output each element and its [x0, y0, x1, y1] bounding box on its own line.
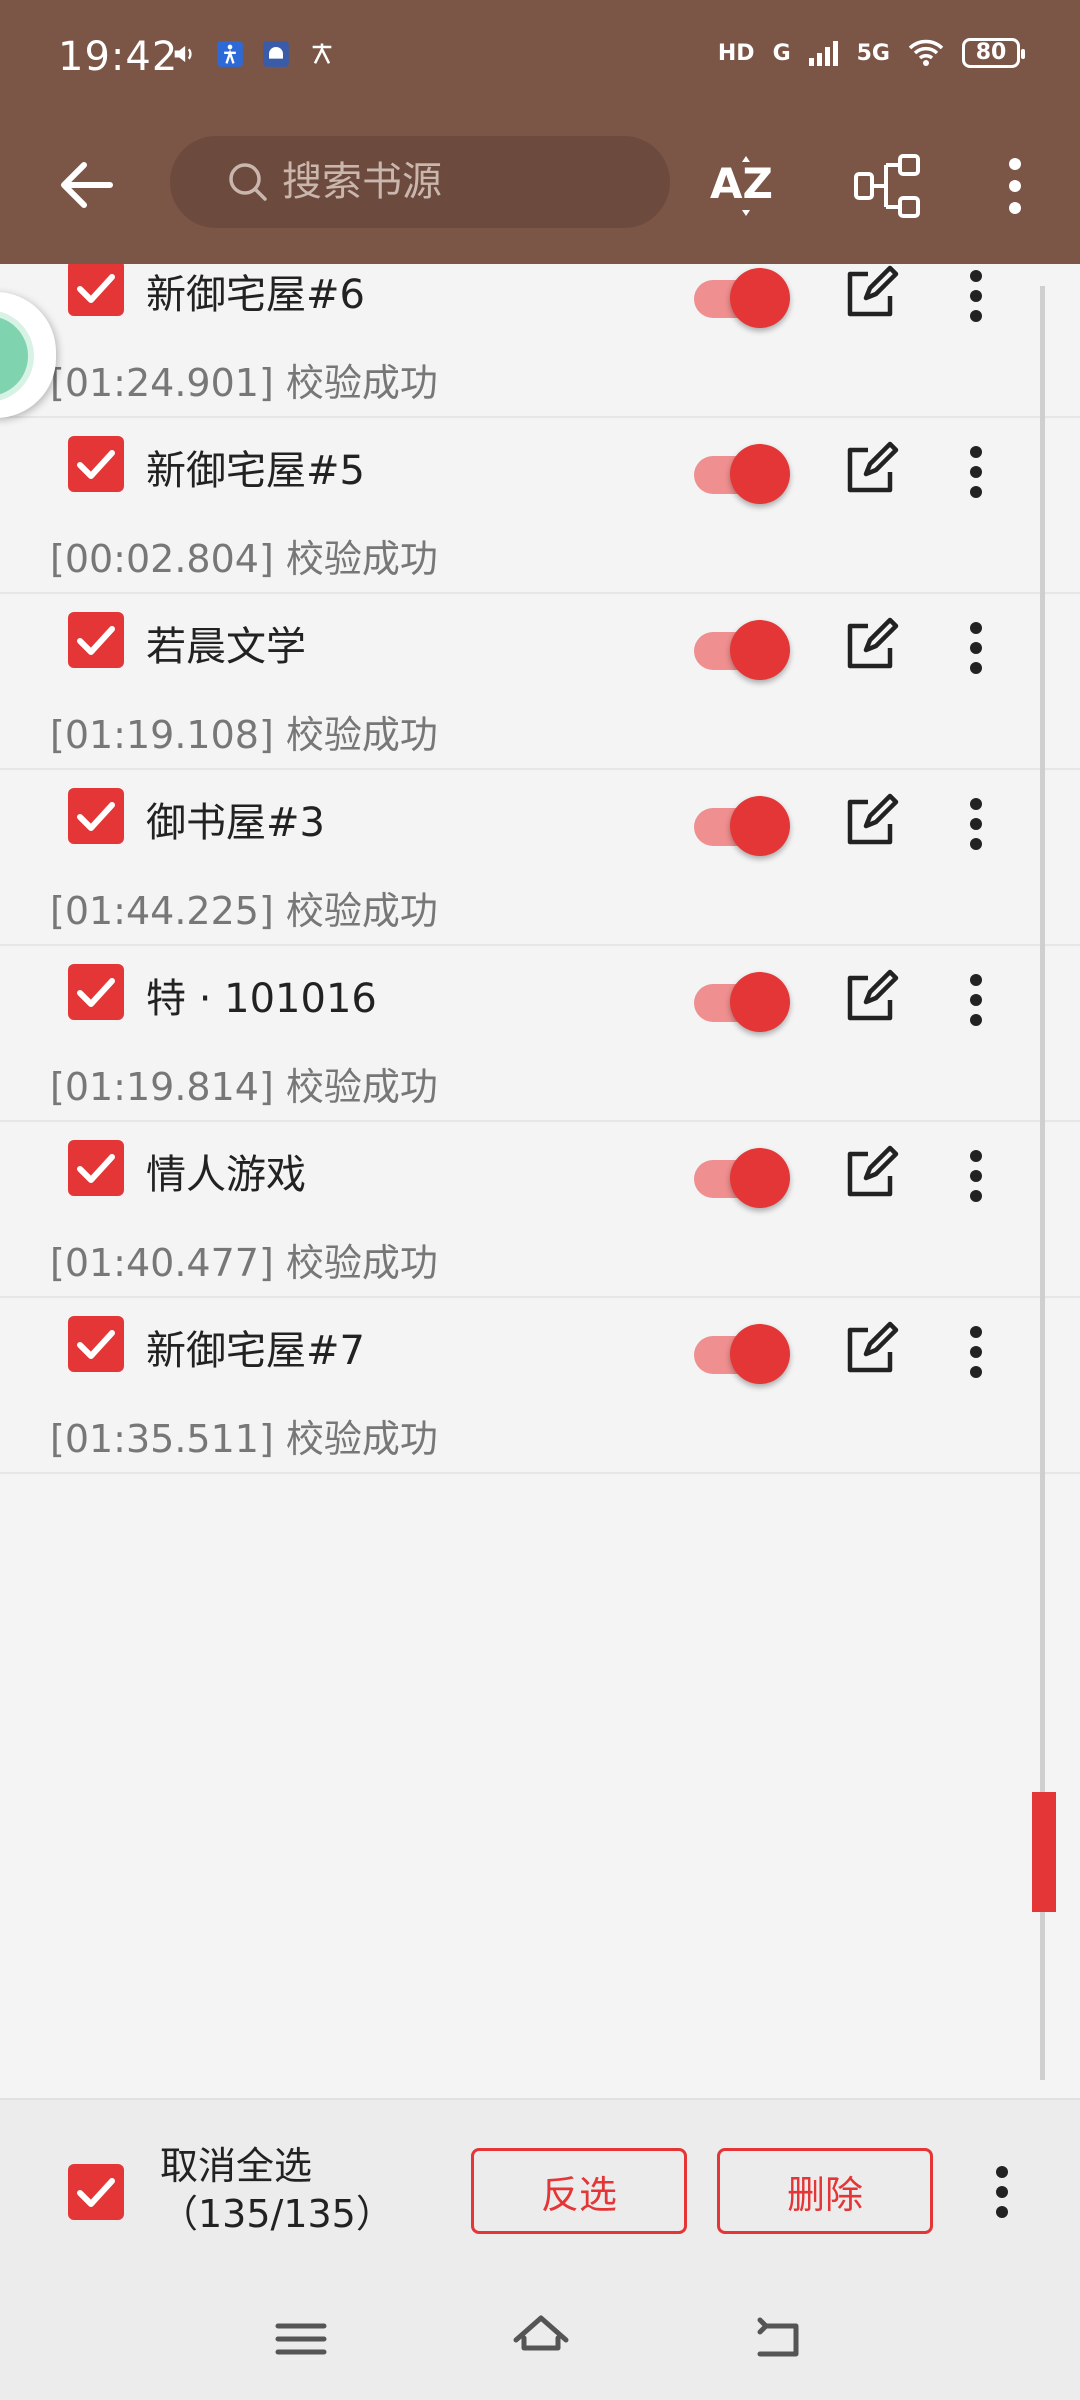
g-signal-indicator: G [772, 40, 791, 66]
svg-text:AZ: AZ [710, 159, 773, 208]
invert-selection-button[interactable]: 反选 [471, 2148, 687, 2234]
status-notification-icons [170, 40, 336, 68]
source-enable-toggle[interactable] [690, 264, 790, 328]
menu-icon[interactable] [266, 2304, 336, 2374]
source-row[interactable]: 新御宅屋#5 [00:02.804] 校验成功 [0, 418, 1080, 594]
edit-icon[interactable] [840, 616, 900, 676]
source-checkbox[interactable] [68, 788, 124, 844]
status-time: 19:42 [58, 34, 179, 80]
source-row[interactable]: 特 · 101016 [01:19.814] 校验成功 [0, 946, 1080, 1122]
more-vertical-icon[interactable] [958, 440, 994, 504]
source-row[interactable]: 新御宅屋#6 [01:24.901] 校验成功 [0, 264, 1080, 418]
select-all-checkbox[interactable] [68, 2164, 124, 2220]
source-name: 新御宅屋#6 [146, 272, 365, 318]
group-icon[interactable] [850, 146, 930, 226]
source-checkbox[interactable] [68, 1316, 124, 1372]
source-name: 特 · 101016 [146, 976, 377, 1022]
home-icon[interactable] [506, 2304, 576, 2374]
source-check-status: [01:35.511] 校验成功 [50, 1417, 438, 1461]
search-input[interactable] [282, 159, 662, 205]
source-name: 御书屋#3 [146, 800, 325, 846]
source-check-status: [00:02.804] 校验成功 [50, 537, 438, 581]
source-checkbox[interactable] [68, 1140, 124, 1196]
status-system-icons: HD G 5G 80 [717, 38, 1025, 68]
edit-icon[interactable] [840, 792, 900, 852]
source-name: 情人游戏 [146, 1152, 306, 1198]
status-bar: 19:42 HD G 5G 80 [0, 0, 1080, 110]
selection-label: 取消全选 （135/135） [160, 2142, 394, 2238]
sort-az-icon[interactable]: AZ [706, 146, 786, 226]
app-toolbar: AZ [0, 110, 1080, 264]
search-box[interactable] [170, 136, 670, 228]
source-enable-toggle[interactable] [690, 1320, 790, 1384]
selection-action-bar: 取消全选 （135/135） 反选 删除 [0, 2098, 1080, 2278]
more-vertical-icon[interactable] [958, 1320, 994, 1384]
source-checkbox[interactable] [68, 264, 124, 316]
edit-icon[interactable] [840, 440, 900, 500]
back-icon[interactable] [746, 2304, 816, 2374]
back-arrow-icon[interactable] [52, 150, 122, 220]
source-check-status: [01:24.901] 校验成功 [50, 361, 438, 405]
source-row[interactable]: 新御宅屋#7 [01:35.511] 校验成功 [0, 1298, 1080, 1474]
source-enable-toggle[interactable] [690, 968, 790, 1032]
delete-button[interactable]: 删除 [717, 2148, 933, 2234]
edit-icon[interactable] [840, 1144, 900, 1204]
deselect-all-label: 取消全选 [160, 2144, 313, 2188]
source-checkbox[interactable] [68, 436, 124, 492]
source-checkbox[interactable] [68, 612, 124, 668]
more-vertical-icon[interactable] [958, 1144, 994, 1208]
source-check-status: [01:19.814] 校验成功 [50, 1065, 438, 1109]
volume-icon [174, 45, 192, 63]
source-row[interactable]: 若晨文学 [01:19.108] 校验成功 [0, 594, 1080, 770]
source-row[interactable]: 情人游戏 [01:40.477] 校验成功 [0, 1122, 1080, 1298]
source-check-status: [01:44.225] 校验成功 [50, 889, 438, 933]
more-vertical-icon[interactable] [958, 792, 994, 856]
battery-indicator: 80 [962, 38, 1025, 68]
5g-signal-indicator: 5G [856, 40, 890, 66]
android-icon [263, 41, 289, 67]
source-row[interactable]: 御书屋#3 [01:44.225] 校验成功 [0, 770, 1080, 946]
more-vertical-icon[interactable] [958, 264, 994, 328]
tree-icon [0, 310, 34, 402]
more-vertical-icon[interactable] [990, 146, 1040, 226]
source-check-status: [01:40.477] 校验成功 [50, 1241, 438, 1285]
translate-icon [312, 43, 332, 64]
source-enable-toggle[interactable] [690, 792, 790, 856]
selection-count: （135/135） [160, 2192, 394, 2236]
book-source-list[interactable]: 新御宅屋#6 [01:24.901] 校验成功新御宅屋#5 [00:02.804] … [0, 264, 1080, 2098]
signal-icon [808, 41, 838, 66]
source-check-status: [01:19.108] 校验成功 [50, 713, 438, 757]
edit-icon[interactable] [840, 1320, 900, 1380]
source-name: 若晨文学 [146, 624, 306, 670]
source-checkbox[interactable] [68, 964, 124, 1020]
more-vertical-icon[interactable] [958, 968, 994, 1032]
source-enable-toggle[interactable] [690, 1144, 790, 1208]
source-enable-toggle[interactable] [690, 616, 790, 680]
more-vertical-icon[interactable] [984, 2160, 1020, 2224]
search-icon [229, 163, 267, 201]
hd-indicator: HD [717, 40, 755, 66]
top-app-bar: 19:42 HD G 5G 80 AZ [0, 0, 1080, 264]
accessibility-icon [217, 41, 243, 67]
fast-scroll-thumb[interactable] [1032, 1792, 1056, 1912]
system-navigation-bar [0, 2278, 1080, 2400]
source-enable-toggle[interactable] [690, 440, 790, 504]
source-name: 新御宅屋#7 [146, 1328, 365, 1374]
edit-icon[interactable] [840, 968, 900, 1028]
edit-icon[interactable] [840, 264, 900, 324]
more-vertical-icon[interactable] [958, 616, 994, 680]
wifi-icon [908, 39, 944, 66]
source-name: 新御宅屋#5 [146, 448, 365, 494]
